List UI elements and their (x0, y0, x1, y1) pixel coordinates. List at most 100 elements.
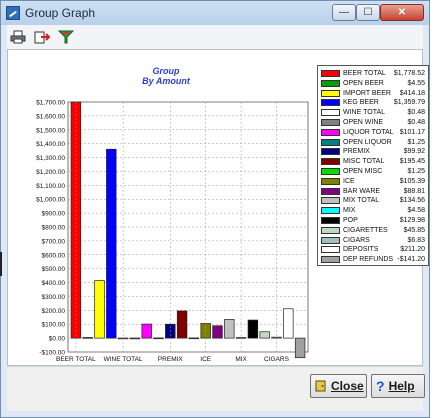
legend-value: $1,778.52 (393, 70, 425, 77)
bar (259, 331, 270, 339)
legend-swatch (321, 177, 340, 185)
legend-swatch (321, 70, 340, 77)
legend-label: IMPORT BEER (343, 89, 391, 97)
title-bar[interactable]: Group Graph — ☐ ✕ (1, 1, 429, 25)
legend-label: OPEN LIQUOR (343, 138, 392, 146)
legend-value: $195.45 (399, 158, 425, 166)
y-tick-label: $1,200.00 (36, 169, 65, 176)
y-tick-label: $0.00 (49, 336, 66, 343)
legend-value: $105.39 (399, 177, 425, 185)
legend-value: $4.55 (407, 79, 425, 87)
legend-entry: OPEN BEER $4.55 (321, 79, 427, 88)
legend-entry: OPEN WINE $0.48 (321, 118, 427, 127)
legend-label: CIGARS (343, 236, 370, 244)
y-tick-label: $300.00 (42, 294, 66, 301)
bar (129, 337, 141, 340)
legend-value: $4.58 (407, 207, 425, 215)
y-tick-label: $1,300.00 (36, 155, 65, 162)
print-button[interactable] (9, 29, 27, 45)
bar (188, 337, 200, 340)
print-icon (10, 30, 26, 44)
minimize-button[interactable]: — (332, 4, 356, 21)
maximize-button[interactable]: ☐ (356, 4, 380, 21)
legend-swatch (321, 226, 340, 234)
legend-label: PREMIX (343, 148, 370, 156)
y-tick-label: $200.00 (42, 308, 66, 315)
legend-swatch (321, 119, 340, 126)
legend-label: CIGARETTES (343, 226, 388, 234)
legend-value: $1.25 (407, 168, 425, 175)
legend-entry: DEPOSITS $211.20 (321, 245, 427, 254)
legend-label: DEP REFUNDS (343, 256, 394, 264)
legend-value: $414.18 (399, 89, 425, 97)
legend-swatch (321, 187, 340, 195)
toolbar (7, 25, 423, 49)
legend-value: $129.98 (399, 217, 425, 224)
graph-app-icon (6, 6, 20, 20)
help-button[interactable]: ? Help (371, 374, 425, 398)
y-tick-label: $800.00 (42, 225, 66, 232)
legend-entry: WINE TOTAL $0.48 (321, 108, 427, 117)
legend-swatch (321, 148, 340, 156)
legend-label: KEG BEER (343, 99, 379, 107)
legend-swatch (321, 197, 340, 205)
bar (94, 280, 105, 339)
y-tick-label: $1,500.00 (36, 127, 65, 134)
y-tick-label: $500.00 (42, 266, 66, 273)
legend-label: OPEN WINE (343, 119, 384, 126)
legend-value: $1.25 (407, 138, 425, 146)
y-tick-label: $1,000.00 (36, 197, 65, 204)
legend-entry: CIGARS $6.83 (321, 236, 427, 245)
chart-legend: BEER TOTAL $1,778.52 OPEN BEER $4.55 IMPORT … (317, 65, 429, 266)
filter-button[interactable] (57, 29, 75, 45)
filter-icon (58, 30, 74, 44)
legend-label: OPEN BEER (343, 79, 384, 87)
bar (141, 323, 152, 339)
bar (106, 148, 117, 339)
bar (283, 308, 294, 339)
bar (247, 319, 259, 339)
y-tick-label: $1,100.00 (36, 183, 65, 190)
export-icon (34, 31, 50, 44)
chart-subtitle: By Amount (142, 76, 191, 86)
export-button[interactable] (33, 29, 51, 45)
legend-label: POP (343, 217, 358, 224)
y-tick-label: $1,600.00 (36, 113, 65, 120)
close-button-label: Close (331, 379, 364, 393)
legend-value: $88.81 (403, 187, 425, 195)
x-tick-label: CIGARS (264, 356, 290, 363)
legend-entry: BAR WARE $88.81 (321, 187, 427, 196)
window-close-button[interactable]: ✕ (380, 4, 424, 21)
legend-entry: ICE $105.39 (321, 177, 427, 186)
bar (224, 319, 235, 339)
x-tick-label: MIX (235, 356, 247, 363)
close-button[interactable]: Close (310, 374, 367, 398)
legend-value: $45.85 (403, 226, 425, 234)
bar (294, 337, 306, 359)
legend-swatch (321, 246, 340, 254)
y-tick-label: $600.00 (42, 252, 66, 259)
bar (82, 337, 93, 339)
legend-label: BAR WARE (343, 187, 381, 195)
legend-entry: POP $129.98 (321, 216, 427, 225)
legend-entry: MIX $4.58 (321, 206, 427, 215)
close-door-icon (315, 380, 326, 392)
legend-label: LIQUOR TOTAL (343, 128, 394, 136)
legend-swatch (321, 217, 340, 224)
help-button-label: Help (388, 379, 415, 393)
help-icon: ? (376, 378, 385, 394)
group-graph-window: Group Graph — ☐ ✕ Group By Amount -$100.… (0, 0, 430, 418)
chart-area: Group By Amount -$100.00 $0.00 $100.00 $200.0… (7, 49, 429, 366)
footer-bar: Close ? Help (7, 366, 425, 411)
y-tick-label: $900.00 (42, 211, 66, 218)
legend-entry: LIQUOR TOTAL $101.17 (321, 128, 427, 137)
legend-label: BEER TOTAL (343, 70, 386, 77)
y-tick-label: $1,700.00 (36, 100, 65, 107)
legend-label: ICE (343, 177, 355, 185)
bar (153, 337, 164, 340)
chart-title: Group (153, 66, 180, 76)
legend-entry: OPEN LIQUOR $1.25 (321, 138, 427, 147)
legend-value: $0.48 (407, 119, 425, 126)
legend-value: $1,359.79 (393, 99, 425, 107)
legend-swatch (321, 256, 340, 264)
